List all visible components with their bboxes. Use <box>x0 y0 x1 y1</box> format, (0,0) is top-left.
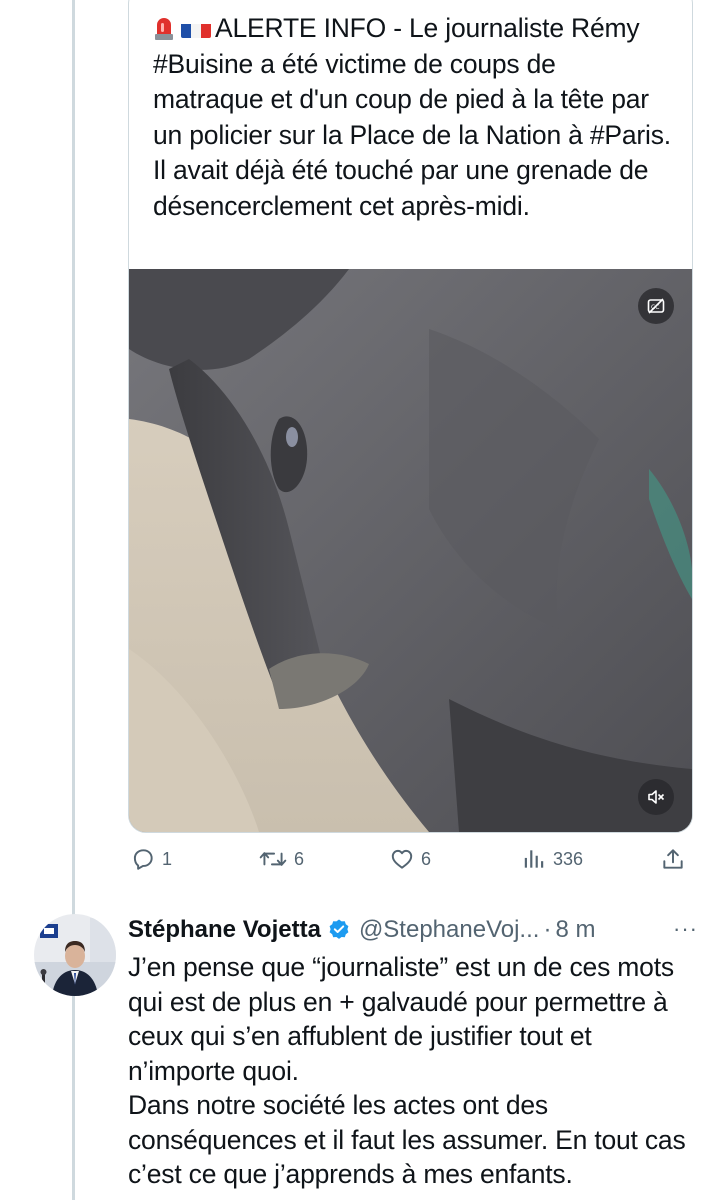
avatar[interactable] <box>34 914 116 996</box>
reply-paragraph: Dans notre société les actes ont des con… <box>128 1090 686 1189</box>
closed-captions-button[interactable]: CC <box>638 288 674 324</box>
quoted-tweet-actions: 1 6 6 336 <box>130 843 690 875</box>
video-frame <box>129 269 692 832</box>
header-separator: · <box>543 916 552 943</box>
quoted-tweet-card[interactable]: ALERTE INFO - Le journaliste Rémy #Buisi… <box>128 0 693 833</box>
speaker-muted-icon <box>648 790 665 804</box>
quoted-tweet-body: ALERTE INFO - Le journaliste Rémy #Buisi… <box>153 13 671 221</box>
reply-count: 1 <box>162 848 173 869</box>
like-button[interactable]: 6 <box>389 843 431 875</box>
retweet-count: 6 <box>294 848 305 869</box>
reply-button[interactable]: 1 <box>130 843 172 875</box>
thread-connector-line <box>72 0 75 1200</box>
more-options-button[interactable]: ··· <box>673 916 698 942</box>
reply-tweet-header: Stéphane Vojetta @StephaneVoj... · 8 m ·… <box>128 912 698 948</box>
siren-emoji-icon <box>153 14 175 40</box>
mute-button[interactable] <box>638 779 674 815</box>
quoted-tweet-text: ALERTE INFO - Le journaliste Rémy #Buisi… <box>153 11 673 224</box>
retweet-icon <box>259 852 287 866</box>
author-name[interactable]: Stéphane Vojetta <box>128 916 321 944</box>
views-button[interactable]: 336 <box>521 843 583 875</box>
share-upload-icon <box>663 849 683 869</box>
verified-badge-icon <box>327 918 351 942</box>
retweet-button[interactable]: 6 <box>258 843 304 875</box>
bar-chart-icon <box>524 850 544 868</box>
closed-captions-off-icon: CC <box>647 298 665 314</box>
like-count: 6 <box>421 848 432 869</box>
reply-bubble-icon <box>133 849 153 870</box>
heart-icon <box>391 849 413 869</box>
author-avatar-photo <box>34 914 116 996</box>
author-handle[interactable]: @StephaneVoj... <box>359 916 540 944</box>
reply-tweet-text: J’en pense que “journaliste” est un de c… <box>128 950 698 1192</box>
tweet-timestamp[interactable]: 8 m <box>555 916 595 944</box>
views-count: 336 <box>553 848 584 869</box>
reply-paragraph: J’en pense que “journaliste” est un de c… <box>128 952 674 1086</box>
video-player[interactable]: CC <box>129 269 692 832</box>
share-button[interactable] <box>660 843 686 875</box>
france-flag-icon <box>181 18 211 38</box>
